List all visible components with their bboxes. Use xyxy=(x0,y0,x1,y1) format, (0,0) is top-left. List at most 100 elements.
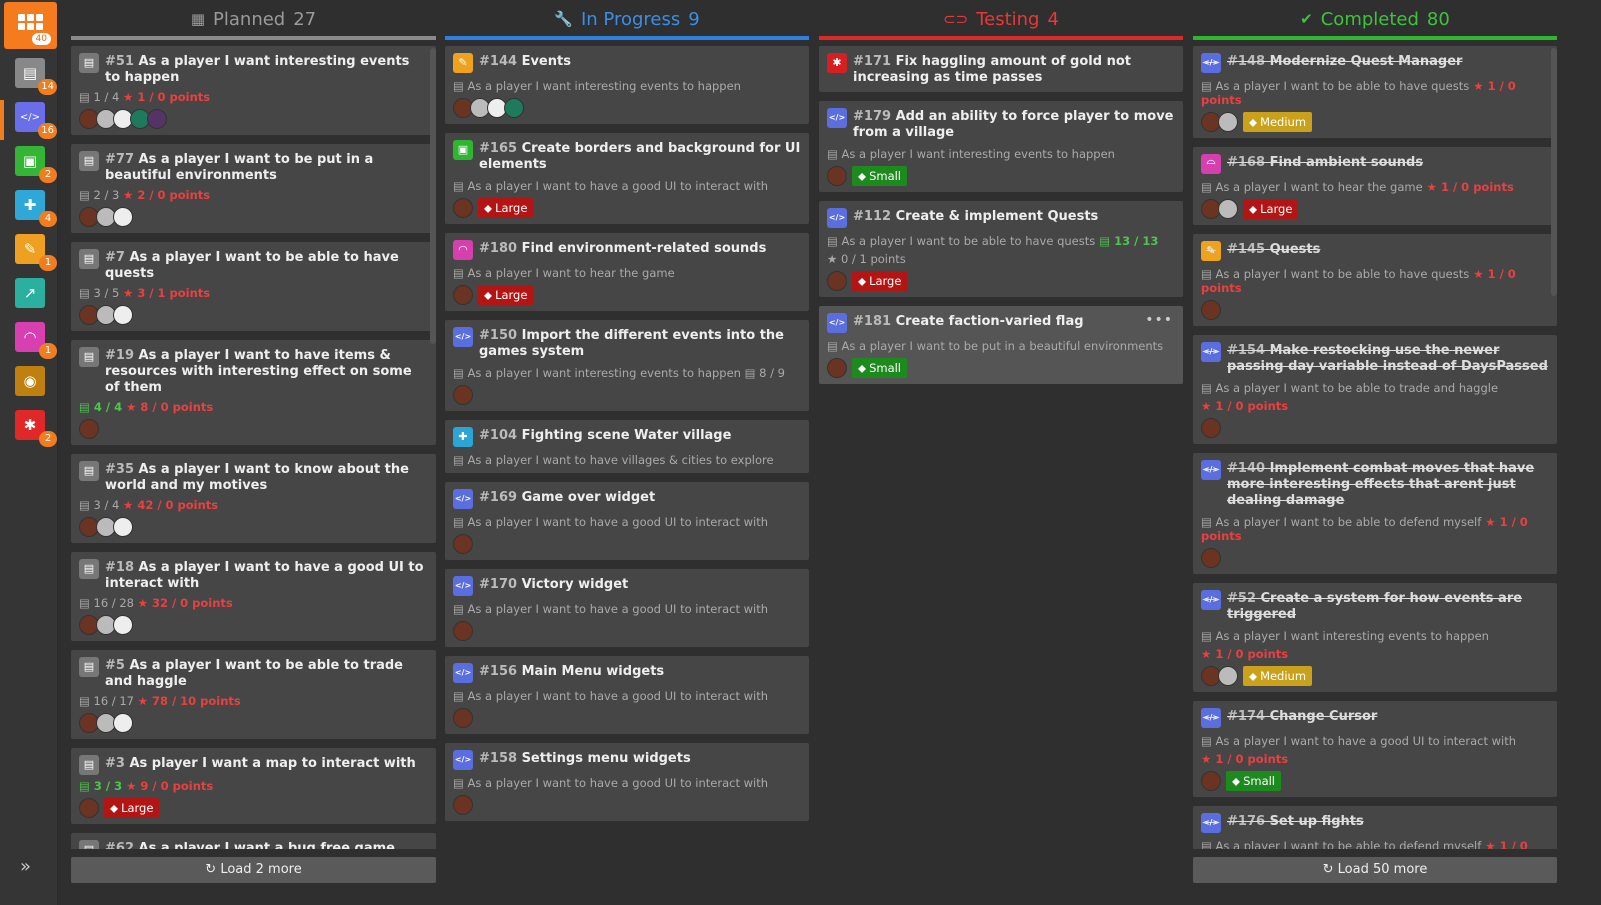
story-icon: ▤ xyxy=(453,366,468,380)
avatar[interactable] xyxy=(453,708,473,728)
avatar[interactable] xyxy=(827,358,847,378)
story-text: As a player I want to be able to have qu… xyxy=(1215,79,1470,93)
avatar[interactable] xyxy=(827,166,847,186)
card-points: ★ 1 / 0 points xyxy=(1201,752,1549,766)
story-icon: ▤ xyxy=(79,53,99,73)
card[interactable]: </> #112 Create & implement Quests ▤ As a … xyxy=(819,201,1183,297)
card[interactable]: ✱ #171 Fix haggling amount of gold not in… xyxy=(819,46,1183,92)
avatar[interactable] xyxy=(1201,771,1221,791)
card[interactable]: ▤ #3 As player I want a map to interact w… xyxy=(71,748,436,824)
card[interactable]: ▤ #62 As a player I want a bug free game xyxy=(71,833,436,849)
card[interactable]: ▤ #19 As a player I want to have items & … xyxy=(71,340,436,445)
avatar[interactable] xyxy=(504,98,524,118)
avatar[interactable] xyxy=(453,621,473,641)
card[interactable]: </> #154 Make restocking use the newer pa… xyxy=(1193,335,1557,444)
column-header[interactable]: ✔ Completed 80 xyxy=(1193,0,1557,40)
card-number: #112 xyxy=(853,209,892,224)
scrollbar[interactable] xyxy=(430,48,436,344)
logo-count-badge: 40 xyxy=(31,33,51,45)
card[interactable]: ✚ #104 Fighting scene Water village ▤ As a… xyxy=(445,420,809,473)
column-header[interactable]: 🔧 In Progress 9 xyxy=(445,0,809,40)
avatar[interactable] xyxy=(453,385,473,405)
card[interactable]: ▤ #18 As a player I want to have a good U… xyxy=(71,552,436,641)
avatars xyxy=(79,305,428,325)
avatar[interactable] xyxy=(79,798,99,818)
sidebar-item-design[interactable]: ✎ 1 xyxy=(15,234,57,271)
avatar[interactable] xyxy=(113,305,133,325)
card-title-label: Create borders and background for UI ele… xyxy=(479,141,801,172)
chart-icon: ↗ xyxy=(23,284,37,302)
column-header[interactable]: ▦ Planned 27 xyxy=(71,0,436,40)
avatar[interactable] xyxy=(453,285,473,305)
card[interactable]: </> #156 Main Menu widgets ▤ As a player I… xyxy=(445,656,809,734)
card[interactable]: ▤ #7 As a player I want to be able to hav… xyxy=(71,242,436,331)
avatar[interactable] xyxy=(1218,199,1238,219)
card[interactable]: </> #140 Implement combat moves that have… xyxy=(1193,453,1557,574)
card[interactable]: </> #181 Create faction-varied flag ••• ▤ A… xyxy=(819,306,1183,384)
card-story: ▤ As a player I want to have a good UI t… xyxy=(453,179,801,193)
card-meta: ▤ 16 / 28 ★ 32 / 0 points xyxy=(79,596,428,610)
avatar[interactable] xyxy=(113,615,133,635)
scrollbar[interactable] xyxy=(1551,48,1557,296)
card[interactable]: </> #176 Set up fights ▤ As a player I wan… xyxy=(1193,806,1557,849)
card[interactable]: </> #179 Add an ability to force player t… xyxy=(819,101,1183,192)
avatar[interactable] xyxy=(147,109,167,129)
card[interactable]: ◠ #180 Find environment-related sounds ▤ A… xyxy=(445,233,809,311)
card[interactable]: ✎ #144 Events ▤ As a player I want interes… xyxy=(445,46,809,124)
column-header[interactable]: ⊂⊃ Testing 4 xyxy=(819,0,1183,40)
card[interactable]: </> #158 Settings menu widgets ▤ As a play… xyxy=(445,743,809,821)
load-more-label: Load 50 more xyxy=(1337,862,1428,877)
sidebar-item-art[interactable]: ▣ 2 xyxy=(15,146,57,183)
app-logo-button[interactable]: 40 xyxy=(4,2,57,49)
sidebar-item-ideas[interactable]: ◉ xyxy=(15,366,45,396)
avatar[interactable] xyxy=(453,534,473,554)
card-title: ◠ #168 Find ambient sounds xyxy=(1201,154,1549,174)
more-options-button[interactable]: ••• xyxy=(1145,312,1173,328)
avatars xyxy=(1201,418,1549,438)
avatar[interactable] xyxy=(1201,418,1221,438)
column-planned: ▦ Planned 27 ▤ #51 As a player I want intere… xyxy=(71,0,436,905)
column-testing: ⊂⊃ Testing 4 ✱ #171 Fix haggling amount of g… xyxy=(819,0,1183,905)
card[interactable]: ✎ #145 Quests ▤ As a player I want to be a… xyxy=(1193,234,1557,326)
card[interactable]: </> #174 Change Cursor ▤ As a player I wan… xyxy=(1193,701,1557,797)
card-title-label: Create & implement Quests xyxy=(895,209,1099,224)
card[interactable]: </> #148 Modernize Quest Manager ▤ As a pl… xyxy=(1193,46,1557,138)
card[interactable]: ◠ #168 Find ambient sounds ▤ As a player I… xyxy=(1193,147,1557,225)
avatar[interactable] xyxy=(827,271,847,291)
card[interactable]: </> #150 Import the different events into… xyxy=(445,320,809,411)
card-list: ✱ #171 Fix haggling amount of gold not in… xyxy=(819,46,1183,849)
collapse-sidebar-button[interactable]: » xyxy=(20,856,31,877)
card[interactable]: ▤ #51 As a player I want interesting even… xyxy=(71,46,436,135)
avatar[interactable] xyxy=(79,419,99,439)
load-more-button[interactable]: ↻ Load 50 more xyxy=(1193,857,1557,883)
avatar[interactable] xyxy=(113,517,133,537)
avatar[interactable] xyxy=(1201,300,1221,320)
sidebar-item-code[interactable]: </> 16 xyxy=(15,102,57,139)
sidebar-item-bugs[interactable]: ✱ 2 xyxy=(15,410,57,447)
card[interactable]: ▤ #5 As a player I want to be able to tra… xyxy=(71,650,436,739)
card[interactable]: </> #170 Victory widget ▤ As a player I wa… xyxy=(445,569,809,647)
sidebar: 40 ▤ 14 </> 16 ▣ 2 ✚ 4 ✎ 1 ↗ ◠ 1 ◉ ✱ 2 » xyxy=(0,0,58,905)
avatars: ⬥ Large xyxy=(1201,199,1549,219)
avatar[interactable] xyxy=(1218,666,1238,686)
card-title-text: #168 Find ambient sounds xyxy=(1227,155,1423,174)
card[interactable]: ▤ #77 As a player I want to be put in a b… xyxy=(71,144,436,233)
size-tag: ⬥ Large xyxy=(478,198,534,218)
avatar[interactable] xyxy=(1201,548,1221,568)
avatar[interactable] xyxy=(113,207,133,227)
card[interactable]: ▣ #165 Create borders and background for … xyxy=(445,133,809,224)
card[interactable]: ▤ #35 As a player I want to know about th… xyxy=(71,454,436,543)
avatar[interactable] xyxy=(453,198,473,218)
avatar[interactable] xyxy=(113,713,133,733)
column-color-bar xyxy=(71,36,436,40)
sidebar-item-puzzle[interactable]: ✚ 4 xyxy=(15,190,57,227)
sidebar-item-analytics[interactable]: ↗ xyxy=(15,278,45,308)
card[interactable]: </> #52 Create a system for how events ar… xyxy=(1193,583,1557,692)
sidebar-item-stories[interactable]: ▤ 14 xyxy=(15,58,57,95)
load-more-button[interactable]: ↻ Load 2 more xyxy=(71,857,436,883)
avatar[interactable] xyxy=(1218,112,1238,132)
card-meta: ▤ 3 / 3 ★ 9 / 0 points xyxy=(79,779,428,793)
sidebar-item-audio[interactable]: ◠ 1 xyxy=(15,322,57,359)
avatar[interactable] xyxy=(453,795,473,815)
card[interactable]: </> #169 Game over widget ▤ As a player I … xyxy=(445,482,809,560)
